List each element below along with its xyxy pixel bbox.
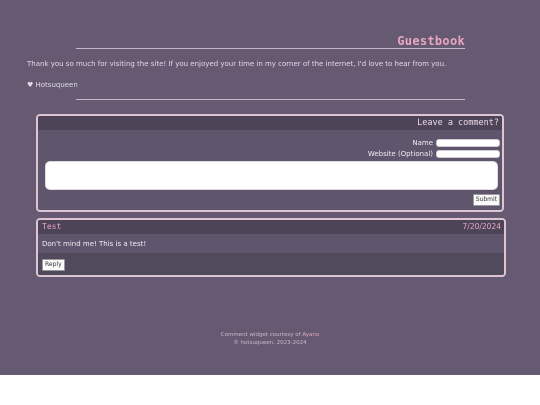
- comment-date: 7/20/2024: [462, 222, 501, 231]
- name-label: Name: [412, 139, 433, 147]
- name-input[interactable]: [436, 139, 500, 147]
- footer-credit-text: Comment widget courtesy of: [220, 332, 303, 338]
- website-input[interactable]: [436, 150, 500, 158]
- comment-author: Test: [42, 222, 62, 231]
- guestbook-page: Guestbook Thank you so much for visiting…: [0, 0, 540, 375]
- intro-text: Thank you so much for visiting the site!…: [27, 60, 447, 68]
- comment-item: Test 7/20/2024 Don't mind me! This is a …: [36, 218, 506, 277]
- footer-credit: Comment widget courtesy of Ayano: [0, 332, 540, 338]
- signature: ♥ Hotsuqueen: [27, 81, 78, 89]
- form-header: Leave a comment?: [38, 116, 502, 130]
- name-row: Name: [412, 138, 500, 148]
- comment-text: Don't mind me! This is a test!: [42, 240, 147, 248]
- footer-copyright: © hotsuqueen, 2023-2024: [233, 340, 307, 346]
- comment-textarea[interactable]: [45, 161, 498, 190]
- reply-button[interactable]: Reply: [42, 259, 65, 271]
- divider-top: [76, 48, 465, 49]
- ayano-link[interactable]: Ayano: [302, 332, 319, 338]
- website-row: Website (Optional): [368, 149, 500, 159]
- page-title: Guestbook: [397, 34, 465, 48]
- comment-form: Leave a comment? Name Website (Optional)…: [36, 114, 504, 212]
- comment-actions-band: [38, 253, 504, 275]
- divider-bottom: [76, 99, 465, 100]
- comment-header: Test 7/20/2024: [38, 220, 504, 234]
- website-label: Website (Optional): [367, 150, 433, 158]
- submit-button[interactable]: Submit: [472, 194, 500, 206]
